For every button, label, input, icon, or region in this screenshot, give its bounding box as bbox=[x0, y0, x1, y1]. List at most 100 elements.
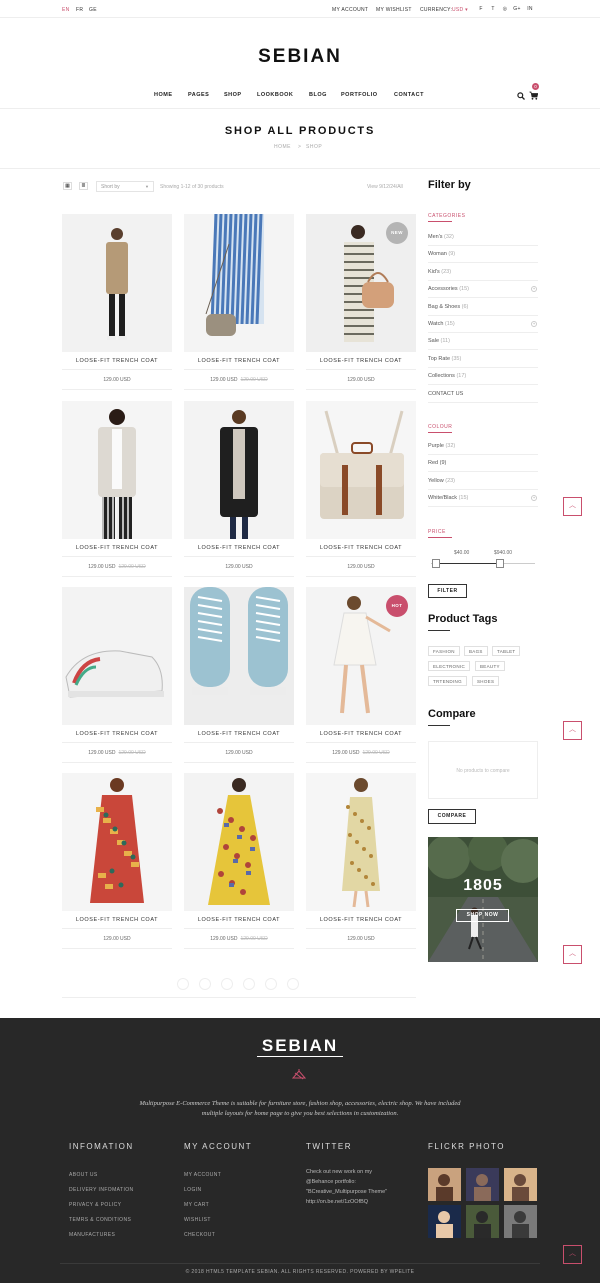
flickr-thumbnail[interactable] bbox=[504, 1168, 537, 1201]
pagination-page[interactable] bbox=[265, 978, 277, 990]
category-item[interactable]: Sale (11) bbox=[428, 333, 538, 351]
shop-now-button[interactable]: SHOP NOW bbox=[456, 909, 509, 922]
product-name[interactable]: LOOSE-FIT TRENCH COAT bbox=[306, 731, 416, 737]
product-name[interactable]: LOOSE-FIT TRENCH COAT bbox=[62, 358, 172, 364]
product-image[interactable] bbox=[62, 773, 172, 911]
colour-item[interactable]: Red (9) bbox=[428, 455, 538, 473]
footer-my-account-link[interactable]: MY ACCOUNT bbox=[184, 1172, 221, 1178]
nav-shop[interactable]: SHOP bbox=[224, 92, 242, 98]
twitter-link[interactable]: http://on.be.net/1zOOfBQ bbox=[306, 1197, 387, 1207]
expand-icon[interactable]: + bbox=[531, 286, 537, 293]
compare-button[interactable]: COMPARE bbox=[428, 809, 476, 824]
login-link[interactable]: LOGIN bbox=[184, 1187, 202, 1193]
product-image[interactable] bbox=[306, 773, 416, 911]
sort-select[interactable]: Short by ▼ bbox=[96, 181, 154, 192]
flickr-thumbnail[interactable] bbox=[466, 1205, 499, 1238]
product-name[interactable]: LOOSE-FIT TRENCH COAT bbox=[184, 917, 294, 923]
site-logo[interactable]: SEBIAN bbox=[0, 46, 600, 68]
search-icon[interactable] bbox=[517, 92, 525, 100]
nav-home[interactable]: HOME bbox=[154, 92, 173, 98]
product-image[interactable] bbox=[62, 401, 172, 539]
cart-icon[interactable] bbox=[529, 91, 538, 100]
pagination-page[interactable] bbox=[287, 978, 299, 990]
category-item[interactable]: Watch (15) + bbox=[428, 316, 538, 333]
scroll-top-icon[interactable]: ︿ bbox=[563, 721, 582, 740]
category-item[interactable]: Men's (32) bbox=[428, 229, 538, 246]
product-name[interactable]: LOOSE-FIT TRENCH COAT bbox=[306, 545, 416, 551]
product-name[interactable]: LOOSE-FIT TRENCH COAT bbox=[184, 545, 294, 551]
terms-link[interactable]: TEMRS & CONDITIONS bbox=[69, 1217, 131, 1223]
category-item[interactable]: Collections (17) bbox=[428, 368, 538, 386]
my-account-link[interactable]: MY ACCOUNT bbox=[332, 7, 368, 13]
tag-tablet[interactable]: TABLET bbox=[492, 646, 521, 656]
footer-logo[interactable]: SEBIAN bbox=[0, 1036, 600, 1056]
flickr-thumbnail[interactable] bbox=[466, 1168, 499, 1201]
facebook-icon[interactable]: f bbox=[477, 6, 485, 12]
promo-banner[interactable]: 1805 SHOP NOW bbox=[428, 837, 538, 962]
nav-lookbook[interactable]: LOOKBOOK bbox=[257, 92, 293, 98]
expand-icon[interactable]: + bbox=[531, 321, 537, 327]
flickr-thumbnail[interactable] bbox=[428, 1205, 461, 1238]
product-name[interactable]: LOOSE-FIT TRENCH COAT bbox=[306, 358, 416, 364]
product-name[interactable]: LOOSE-FIT TRENCH COAT bbox=[306, 917, 416, 923]
product-image[interactable] bbox=[184, 401, 294, 539]
price-slider-min-handle[interactable] bbox=[432, 559, 440, 568]
expand-icon[interactable]: + bbox=[531, 495, 537, 502]
product-image[interactable] bbox=[62, 587, 172, 725]
tag-bags[interactable]: BAGS bbox=[464, 646, 488, 656]
pagination-page[interactable] bbox=[243, 978, 255, 990]
list-view-icon[interactable]: ≣ bbox=[79, 182, 88, 190]
product-name[interactable]: LOOSE-FIT TRENCH COAT bbox=[184, 731, 294, 737]
manufactures-link[interactable]: MANUFACTURES bbox=[69, 1232, 115, 1238]
tag-shoes[interactable]: SHOES bbox=[472, 676, 500, 686]
price-slider-max-handle[interactable] bbox=[496, 559, 504, 568]
category-item[interactable]: CONTACT US bbox=[428, 386, 538, 403]
colour-item[interactable]: White/Black (15) + bbox=[428, 490, 538, 508]
product-name[interactable]: LOOSE-FIT TRENCH COAT bbox=[62, 731, 172, 737]
scroll-top-icon[interactable]: ︿ bbox=[563, 497, 582, 516]
my-cart-link[interactable]: MY CART bbox=[184, 1202, 209, 1208]
filter-button[interactable]: FILTER bbox=[428, 584, 467, 598]
product-image[interactable] bbox=[184, 773, 294, 911]
checkout-link[interactable]: CHECKOUT bbox=[184, 1232, 215, 1238]
flickr-thumbnail[interactable] bbox=[504, 1205, 537, 1238]
colour-item[interactable]: Purple (32) bbox=[428, 438, 538, 455]
flickr-thumbnail[interactable] bbox=[428, 1168, 461, 1201]
nav-blog[interactable]: BLOG bbox=[309, 92, 327, 98]
nav-contact[interactable]: CONTACT bbox=[394, 92, 424, 98]
wishlist-link[interactable]: WISHLIST bbox=[184, 1217, 211, 1223]
dribbble-icon[interactable]: ◎ bbox=[501, 6, 509, 12]
tag-electronic[interactable]: ELECTRONIC bbox=[428, 661, 471, 671]
google-plus-icon[interactable]: g+ bbox=[513, 6, 521, 12]
category-item[interactable]: Top Rate (35) bbox=[428, 351, 538, 368]
twitter-icon[interactable]: t bbox=[489, 6, 497, 12]
language-en[interactable]: EN bbox=[62, 7, 70, 13]
my-wishlist-link[interactable]: MY WISHLIST bbox=[376, 7, 412, 13]
view-per-page[interactable]: View 9/12/24/All bbox=[367, 184, 403, 190]
category-item[interactable]: Woman (9) bbox=[428, 246, 538, 264]
product-image[interactable] bbox=[184, 587, 294, 725]
linkedin-icon[interactable]: in bbox=[526, 6, 534, 12]
tag-trending[interactable]: TRTENDING bbox=[428, 676, 467, 686]
pagination-page[interactable] bbox=[177, 978, 189, 990]
scroll-top-icon[interactable]: ︿ bbox=[563, 1245, 582, 1264]
product-image[interactable] bbox=[184, 214, 294, 352]
product-image[interactable] bbox=[306, 401, 416, 539]
category-item[interactable]: Kid's (23) bbox=[428, 264, 538, 281]
grid-view-icon[interactable]: ▦ bbox=[63, 182, 72, 190]
nav-portfolio[interactable]: PORTFOLIO bbox=[341, 92, 378, 98]
nav-pages[interactable]: PAGES bbox=[188, 92, 209, 98]
tag-beauty[interactable]: BEAUTY bbox=[475, 661, 505, 671]
language-ge[interactable]: GE bbox=[89, 7, 97, 13]
product-image[interactable] bbox=[62, 214, 172, 352]
pagination-page[interactable] bbox=[221, 978, 233, 990]
language-fr[interactable]: FR bbox=[76, 7, 83, 13]
tag-fashion[interactable]: FASHION bbox=[428, 646, 460, 656]
scroll-top-icon[interactable]: ︿ bbox=[563, 945, 582, 964]
delivery-link[interactable]: DELIVERY INFOMATION bbox=[69, 1187, 134, 1193]
product-name[interactable]: LOOSE-FIT TRENCH COAT bbox=[62, 545, 172, 551]
category-item[interactable]: Bag & Shoes (6) bbox=[428, 299, 538, 316]
privacy-link[interactable]: PRIVACY & POLICY bbox=[69, 1202, 121, 1208]
breadcrumb-home[interactable]: HOME bbox=[274, 144, 291, 150]
pagination-page[interactable] bbox=[199, 978, 211, 990]
